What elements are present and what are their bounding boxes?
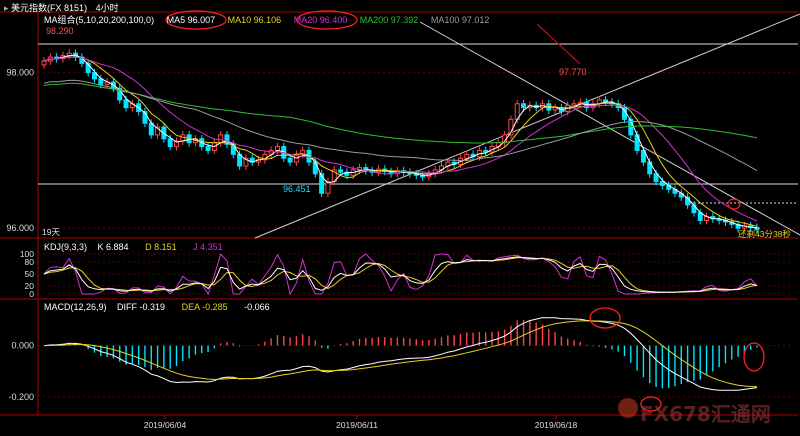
trend-line-1 [254, 13, 800, 239]
high-label-2: 97.770 [559, 67, 587, 77]
ma-group-label: MA组合(5,10,20,200,100,0) [44, 15, 155, 25]
watermark-logo-icon [618, 398, 638, 418]
price-panel: 98.000 96.000 98.290 97.770 96.451 还剩43分38秒 19… [6, 10, 800, 239]
x-tick-label: 2019/06/04 [144, 420, 187, 430]
candle-body [123, 99, 129, 109]
ma10-line [43, 56, 758, 227]
annotation-circle-macd-peak [589, 307, 621, 329]
x-tick-label: 2019/06/11 [336, 420, 378, 430]
macd-tick-label: 0.000 [11, 341, 34, 351]
kdj-legend: KDJ(9,3,3) K 6.884 D 8.151 J 4.351 [44, 241, 223, 253]
x-tick-label: 2019/06/18 [535, 420, 578, 430]
kdj-label: KDJ(9,3,3) [44, 242, 88, 252]
candle-body [312, 161, 318, 175]
watermark: FX678汇通网 [640, 402, 771, 426]
candle-body [338, 169, 344, 173]
candle-body [464, 153, 470, 159]
kdj-tick-label: 80 [25, 257, 35, 267]
low-label: 96.451 [283, 184, 311, 194]
candle-body [521, 103, 527, 109]
macd-diff-value: DIFF -0.319 [117, 302, 166, 312]
ma-legend: MA组合(5,10,20,200,100,0) MA5 96.007 MA10 … [44, 14, 489, 26]
period-label[interactable]: 4小时 [96, 3, 119, 13]
kdj-panel: 1008050200 [20, 249, 798, 299]
annotation-circle-macd-latest [743, 342, 765, 372]
candle-body [218, 134, 224, 144]
bars-label: 19天 [42, 227, 60, 237]
countdown-label: 还剩43分38秒 [738, 229, 791, 239]
kdj-tick-label: 0 [29, 289, 34, 299]
macd-panel: 0.000 -0.200 [8, 307, 798, 412]
high-label-1: 98.290 [46, 26, 74, 36]
price-tick-label: 96.000 [6, 223, 34, 233]
ma200-legend: MA200 97.392 [359, 15, 419, 25]
macd-label: MACD(12,26,9) [44, 302, 107, 312]
ma5-legend: MA5 96.007 [166, 15, 216, 25]
x-axis: 2019/06/04 2019/06/11 2019/06/18 [144, 415, 578, 430]
annotation-circle-price [727, 198, 741, 210]
kdj-d-line [43, 256, 758, 293]
macd-value: -0.066 [244, 302, 270, 312]
candle-body [659, 181, 665, 186]
kdj-k-value: K 6.884 [97, 242, 129, 252]
chart-title: ▸ 美元指数(FX 8151) 4小时 [4, 2, 119, 14]
price-tick-label: 98.000 [6, 68, 34, 78]
kdj-d-value: D 8.151 [145, 242, 177, 252]
candle-body [274, 146, 280, 151]
instrument-name: 美元指数(FX 8151) [11, 3, 88, 13]
macd-legend: MACD(12,26,9) DIFF -0.319 DEA -0.285 -0.… [44, 301, 270, 313]
ma100-legend: MA100 97.012 [430, 15, 490, 25]
kdj-tick-label: 50 [25, 269, 35, 279]
candle-body [167, 138, 173, 148]
macd-tick-label: -0.200 [8, 392, 34, 402]
candle-body [287, 157, 293, 163]
chart-canvas: 98.000 96.000 98.290 97.770 96.451 还剩43分38秒 19… [0, 10, 800, 430]
expand-arrow-icon[interactable]: ▸ [4, 3, 9, 13]
macd-dea-value: DEA -0.285 [181, 302, 228, 312]
candle-body [41, 60, 47, 66]
ma10-legend: MA10 96.106 [227, 15, 282, 25]
candle-body [571, 103, 577, 106]
kdj-j-value: J 4.351 [193, 242, 223, 252]
ma20-legend: MA20 96.400 [293, 15, 348, 25]
candle-body [205, 146, 211, 151]
kdj-j-line [43, 253, 758, 296]
